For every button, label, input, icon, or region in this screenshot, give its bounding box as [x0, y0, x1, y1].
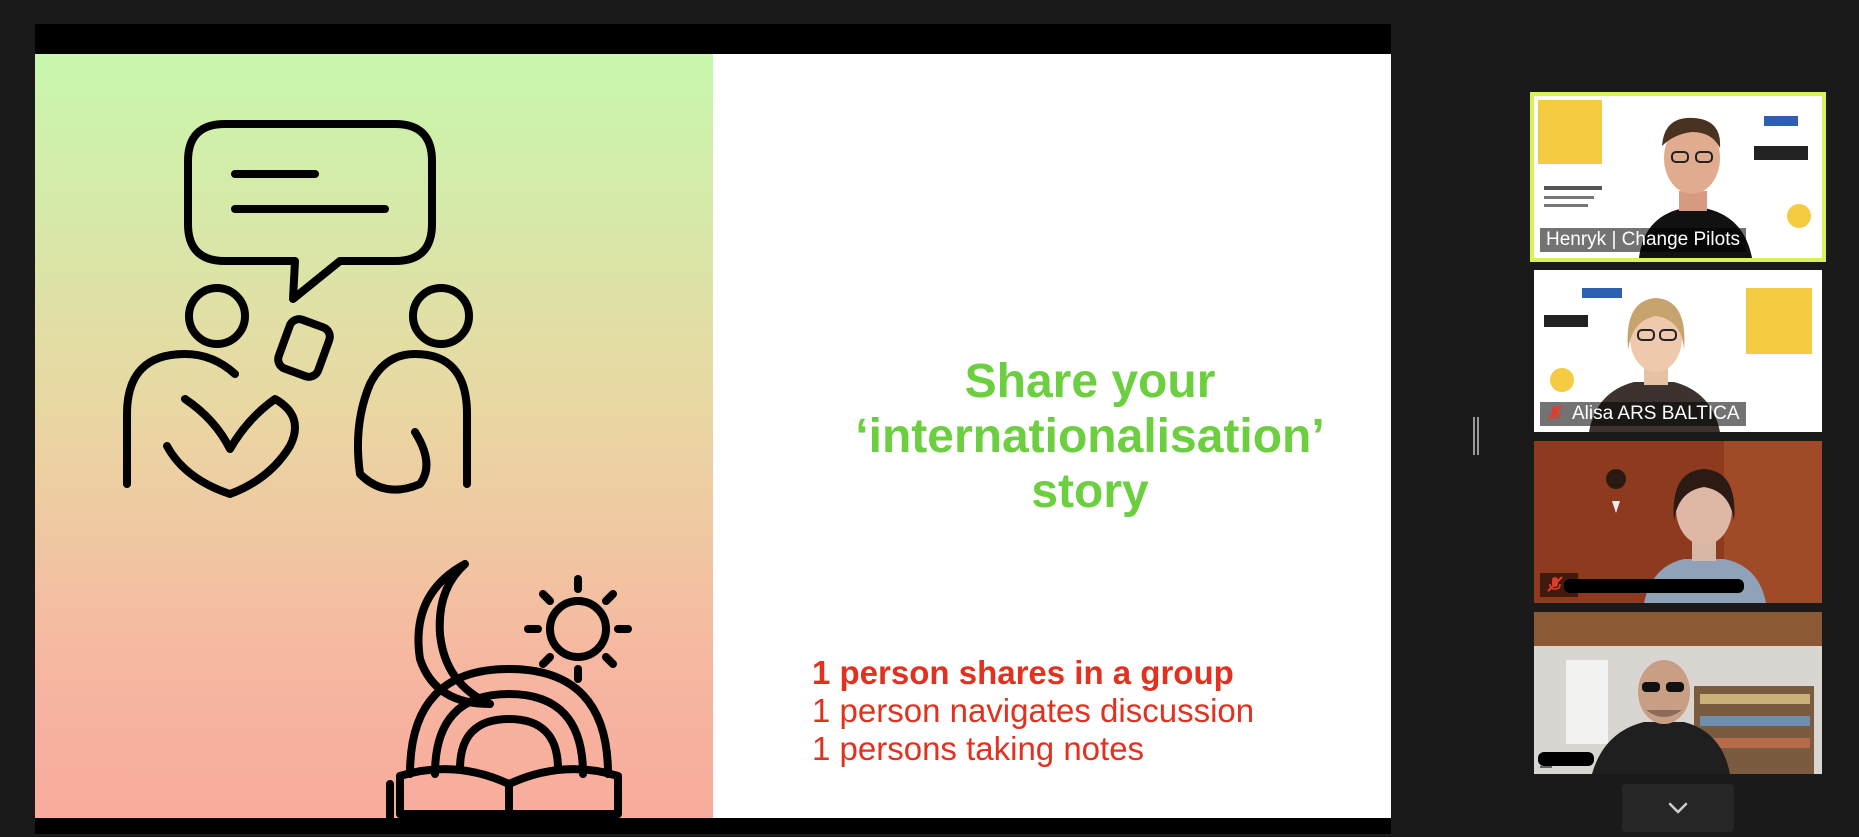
scroll-participants-button[interactable]	[1622, 784, 1734, 832]
participant-video	[1534, 612, 1822, 774]
slide-title-line: story	[1031, 465, 1149, 518]
sun-icon	[524, 575, 632, 683]
participant-tile-4[interactable]	[1534, 612, 1822, 774]
chevron-down-icon	[1668, 802, 1688, 814]
slide-illustration-panel	[35, 54, 713, 818]
participant-name	[1540, 766, 1552, 768]
participant-tile-1[interactable]: Henryk | Change Pilots	[1530, 92, 1826, 262]
mic-muted-icon	[1546, 575, 1564, 593]
presentation-slide: Share your ‘internationalisation’ story …	[35, 54, 1391, 818]
slide-title-line: ‘internationalisation’	[855, 410, 1325, 463]
participant-name: Henryk | Change Pilots	[1540, 228, 1746, 252]
slide-title: Share your ‘internationalisation’ story	[770, 354, 1410, 519]
rainbow-book-icon	[386, 665, 622, 818]
slide-step: 1 person shares in a group	[812, 654, 1234, 691]
panel-resize-handle[interactable]	[1473, 417, 1479, 455]
slide-step: 1 person navigates discussion	[812, 692, 1255, 729]
people-talking-icon	[123, 284, 473, 498]
slide-step: 1 persons taking notes	[812, 730, 1145, 767]
mic-muted-icon	[1546, 404, 1564, 422]
participant-tile-2[interactable]: Alisa ARS BALTICA	[1534, 270, 1822, 432]
screen-share-frame: Share your ‘internationalisation’ story …	[35, 24, 1391, 834]
participant-name: Alisa ARS BALTICA	[1540, 402, 1746, 426]
slide-title-line: Share your	[964, 355, 1216, 408]
participant-tile-3[interactable]	[1534, 441, 1822, 603]
participant-name	[1540, 573, 1578, 597]
chat-bubble-icon	[184, 120, 436, 303]
slide-steps-list: 1 person shares in a group 1 person navi…	[812, 654, 1254, 768]
